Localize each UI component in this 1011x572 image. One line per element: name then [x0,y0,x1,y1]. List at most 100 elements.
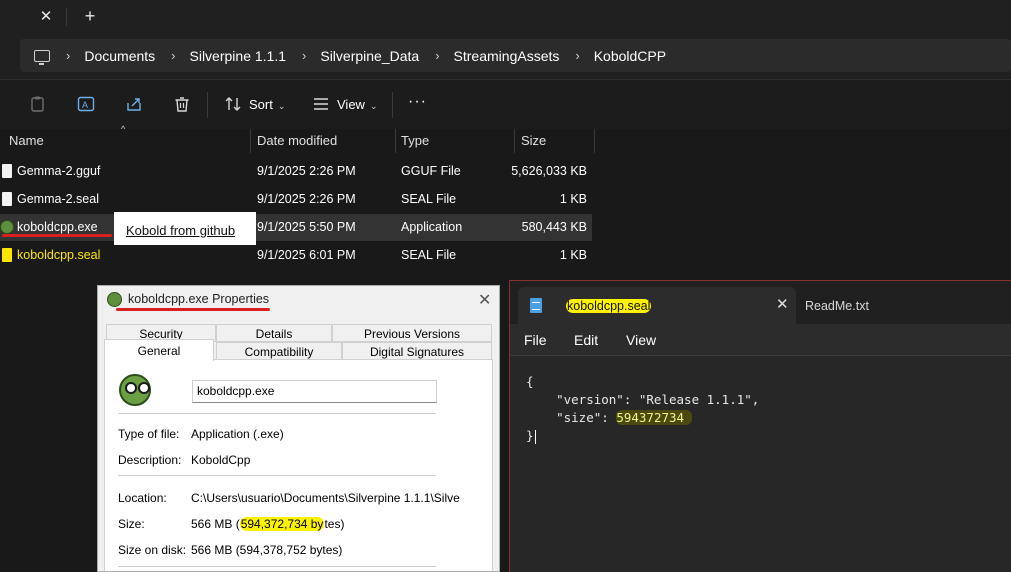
rename-icon[interactable]: A [77,95,95,113]
chevron-down-icon: ⌄ [369,101,378,111]
view-icon[interactable] [312,95,330,113]
divider [118,566,436,567]
paste-icon[interactable] [29,95,47,113]
annotation-underline [116,308,270,311]
this-pc-icon[interactable] [34,49,50,65]
tab-previous-versions[interactable]: Previous Versions [332,324,492,342]
file-type: Application [401,220,463,234]
file-icon [2,192,12,206]
breadcrumb-streamingassets[interactable]: StreamingAssets [454,48,560,64]
file-row[interactable]: Gemma-2.seal 9/1/2025 2:26 PM SEAL File … [0,186,592,213]
chevron-right-icon[interactable]: › [66,48,70,63]
notepad-editor[interactable]: { "version": "Release 1.1.1", "size": 59… [510,355,1011,572]
koboldcpp-app-icon [0,220,14,234]
column-header-name[interactable]: Name [9,129,44,153]
close-icon[interactable]: ✕ [478,290,491,310]
close-tab-button[interactable]: ✕ [776,295,789,313]
column-divider[interactable] [250,129,251,153]
tab-filename: koboldcpp.seal [566,299,652,313]
file-icon [2,164,12,178]
file-size: 1 KB [559,248,587,262]
close-tab-button[interactable]: ✕ [36,7,56,27]
size-label: Size: [118,517,145,531]
file-size: 5,626,033 KB [511,164,587,178]
properties-dialog: koboldcpp.exe Properties ✕ Security Deta… [97,285,500,572]
share-icon[interactable] [125,95,143,113]
column-header-size[interactable]: Size [521,129,546,153]
notepad-menu-bar: File Edit View [510,324,1011,355]
file-type: SEAL File [401,192,457,206]
chevron-right-icon[interactable]: › [435,48,439,63]
size-value: 566 MB (594,372,734 bytes) [191,517,344,531]
size-highlight: 594,372,734 by [239,517,325,531]
file-name: Gemma-2.seal [17,192,99,206]
file-name: Gemma-2.gguf [17,164,101,178]
sort-ascending-icon: ^ [121,124,126,134]
menu-edit[interactable]: Edit [574,332,598,348]
file-row[interactable]: Gemma-2.gguf 9/1/2025 2:26 PM GGUF File … [0,158,592,185]
tab-filename-text: koboldcpp.seal [566,299,652,313]
svg-text:A: A [82,100,88,110]
address-bar[interactable]: › Documents › Silverpine 1.1.1 › Silverp… [20,39,1011,72]
tab-compatibility[interactable]: Compatibility [216,342,342,360]
type-value: Application (.exe) [191,427,284,441]
column-divider[interactable] [395,129,396,153]
chevron-right-icon[interactable]: › [302,48,306,63]
koboldcpp-large-icon [119,374,151,406]
code-line: } [526,428,536,444]
sort-label: Sort [249,97,273,112]
file-size: 1 KB [559,192,587,206]
more-options-button[interactable]: ··· [408,93,427,111]
toolbar-divider [207,92,208,118]
file-date: 9/1/2025 2:26 PM [257,164,356,178]
notepad-tab-active[interactable]: koboldcpp.seal ✕ [518,287,796,324]
sort-button[interactable]: Sort ⌄ [249,97,285,112]
breadcrumb-documents[interactable]: Documents [84,48,155,64]
title-bar: ✕ + [0,0,1011,33]
divider [118,413,436,414]
code-line: "size": 594372734 [526,410,692,425]
toolbar-divider [392,92,393,118]
size-prefix: 566 MB ( [191,517,240,531]
notepad-tab-bar: koboldcpp.seal ✕ ReadMe.txt [510,281,1011,324]
delete-icon[interactable] [173,95,191,113]
code-line: { [526,374,534,389]
sort-icon[interactable] [224,95,242,113]
annotation-text: Kobold from github [126,223,236,238]
tab-divider [66,8,67,26]
address-row: › Documents › Silverpine 1.1.1 › Silverp… [0,33,1011,79]
file-date: 9/1/2025 2:26 PM [257,192,356,206]
koboldcpp-app-icon [107,292,122,307]
breadcrumb-koboldcpp[interactable]: KoboldCPP [594,48,666,64]
column-header-type[interactable]: Type [401,129,429,153]
file-name: koboldcpp.seal [17,248,101,262]
text-cursor [534,429,536,444]
column-header-date[interactable]: Date modified [257,129,337,153]
file-row[interactable]: koboldcpp.seal 9/1/2025 6:01 PM SEAL Fil… [0,242,592,269]
filename-field[interactable]: koboldcpp.exe [192,380,437,403]
size-on-disk-value: 566 MB (594,378,752 bytes) [191,543,343,557]
tab-digital-signatures[interactable]: Digital Signatures [342,342,492,360]
annotation-underline [2,234,112,237]
chevron-down-icon: ⌄ [277,101,286,111]
notepad-tab-readme[interactable]: ReadMe.txt [805,299,869,313]
chevron-right-icon[interactable]: › [171,48,175,63]
view-button[interactable]: View ⌄ [337,97,378,112]
new-tab-button[interactable]: + [80,6,100,26]
column-divider[interactable] [514,129,515,153]
menu-view[interactable]: View [626,332,656,348]
breadcrumb-silverpine-data[interactable]: Silverpine_Data [320,48,419,64]
description-label: Description: [118,453,182,467]
file-date: 9/1/2025 5:50 PM [257,220,356,234]
column-divider[interactable] [594,129,595,153]
file-icon [2,248,12,262]
breadcrumb-silverpine[interactable]: Silverpine 1.1.1 [190,48,287,64]
chevron-right-icon[interactable]: › [575,48,579,63]
annotation-callout: Kobold from github [114,212,256,245]
menu-file[interactable]: File [524,332,547,348]
file-type: GGUF File [401,164,461,178]
notepad-icon [530,298,542,313]
tab-details[interactable]: Details [216,324,332,342]
divider [118,475,436,476]
tab-general[interactable]: General [104,339,214,361]
